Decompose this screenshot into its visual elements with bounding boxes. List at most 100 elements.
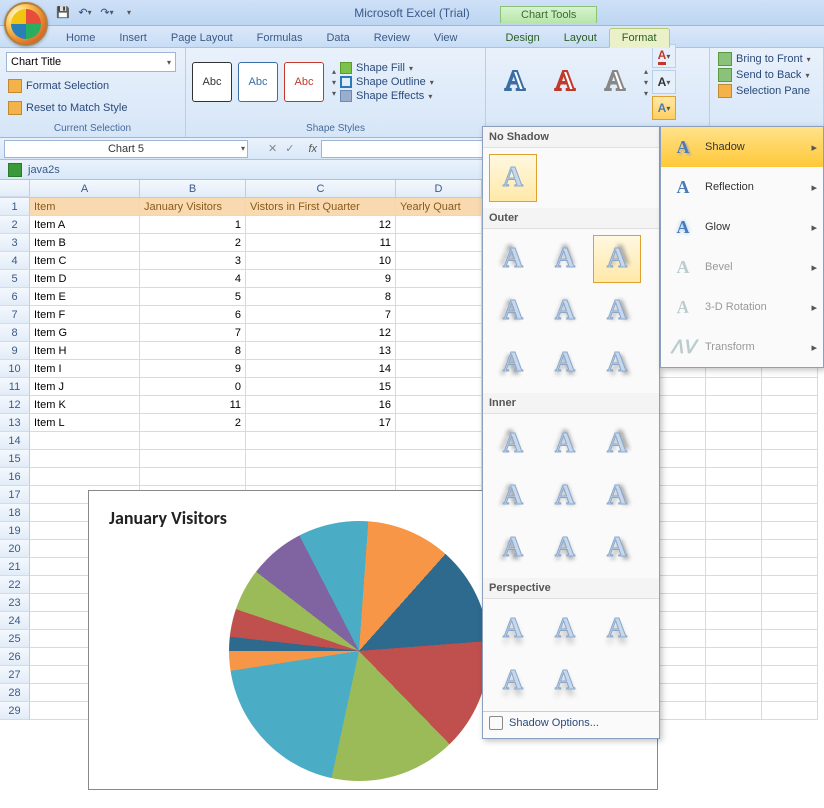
text-effect-3d-rotation[interactable]: A3-D Rotation▸ (661, 287, 823, 327)
cell[interactable] (762, 432, 818, 450)
cell[interactable]: Item E (30, 288, 140, 306)
cell[interactable]: Item J (30, 378, 140, 396)
cell[interactable]: Item F (30, 306, 140, 324)
cell[interactable]: 1 (140, 216, 246, 234)
cell[interactable]: 14 (246, 360, 396, 378)
row-header[interactable]: 4 (0, 252, 30, 270)
cell[interactable] (762, 522, 818, 540)
cell[interactable] (762, 540, 818, 558)
select-all-cell[interactable] (0, 180, 30, 197)
shadow-option[interactable]: A (541, 287, 589, 335)
cell[interactable]: 11 (140, 396, 246, 414)
row-header[interactable]: 1 (0, 198, 30, 216)
row-header[interactable]: 25 (0, 630, 30, 648)
office-button[interactable] (4, 2, 48, 46)
row-header[interactable]: 27 (0, 666, 30, 684)
shape-fill-button[interactable]: Shape Fill▾ (340, 62, 434, 74)
cell[interactable] (706, 684, 762, 702)
cell[interactable]: Item L (30, 414, 140, 432)
cell[interactable] (706, 432, 762, 450)
fx-icon[interactable]: fx (308, 143, 317, 155)
shape-effects-button[interactable]: Shape Effects▾ (340, 90, 434, 102)
undo-icon[interactable]: ↶▾ (76, 4, 94, 22)
cell[interactable] (706, 558, 762, 576)
cell[interactable] (706, 414, 762, 432)
cell[interactable]: Item C (30, 252, 140, 270)
tab-format[interactable]: Format (609, 28, 670, 48)
cell[interactable] (706, 576, 762, 594)
cell[interactable] (762, 702, 818, 720)
shape-style-swatch[interactable]: Abc (284, 62, 324, 102)
cell[interactable] (396, 468, 482, 486)
cell[interactable]: 8 (246, 288, 396, 306)
cell[interactable]: 12 (246, 216, 396, 234)
cell[interactable]: 6 (140, 306, 246, 324)
cell[interactable]: 9 (140, 360, 246, 378)
cell[interactable] (396, 252, 482, 270)
bring-to-front-button[interactable]: Bring to Front▾ (718, 52, 817, 66)
cell[interactable]: 7 (140, 324, 246, 342)
shadow-option[interactable]: A (489, 657, 537, 705)
cell[interactable]: Item B (30, 234, 140, 252)
wordart-swatch[interactable]: A (542, 59, 588, 105)
redo-icon[interactable]: ↷▾ (98, 4, 116, 22)
cell[interactable] (706, 648, 762, 666)
cell[interactable] (706, 486, 762, 504)
cell[interactable] (762, 396, 818, 414)
cell[interactable] (706, 540, 762, 558)
cell[interactable] (140, 468, 246, 486)
text-effect-reflection[interactable]: AReflection▸ (661, 167, 823, 207)
cell[interactable] (140, 432, 246, 450)
shadow-option[interactable]: A (593, 605, 641, 653)
wordart-swatch[interactable]: A (492, 59, 538, 105)
cell[interactable] (762, 666, 818, 684)
text-effect-shadow[interactable]: AShadow▸ (661, 127, 823, 167)
pie-chart-plot[interactable] (229, 521, 489, 781)
shadow-option[interactable]: A (593, 339, 641, 387)
row-header[interactable]: 18 (0, 504, 30, 522)
cell[interactable]: 10 (246, 252, 396, 270)
shadow-option[interactable]: A (489, 287, 537, 335)
cell[interactable] (246, 468, 396, 486)
shadow-option[interactable]: A (541, 657, 589, 705)
cell[interactable] (396, 432, 482, 450)
cell[interactable]: Item A (30, 216, 140, 234)
shadow-option[interactable]: A (489, 605, 537, 653)
cell[interactable] (706, 468, 762, 486)
cell[interactable] (706, 450, 762, 468)
cell[interactable]: Item I (30, 360, 140, 378)
text-effect-glow[interactable]: AGlow▸ (661, 207, 823, 247)
cell[interactable] (396, 216, 482, 234)
qat-customize-icon[interactable]: ▾ (120, 4, 138, 22)
text-outline-button[interactable]: A▾ (652, 70, 676, 94)
column-header-A[interactable]: A (30, 180, 140, 197)
cell[interactable] (706, 594, 762, 612)
wordart-swatch[interactable]: A (592, 59, 638, 105)
cell[interactable] (706, 504, 762, 522)
cell[interactable] (762, 630, 818, 648)
column-header-D[interactable]: D (396, 180, 482, 197)
row-header[interactable]: 12 (0, 396, 30, 414)
row-header[interactable]: 10 (0, 360, 30, 378)
reset-style-button[interactable]: Reset to Match Style (6, 99, 179, 117)
cell[interactable] (396, 234, 482, 252)
shadow-option[interactable]: A (489, 235, 537, 283)
gallery-up-icon[interactable]: ▴ (644, 67, 648, 76)
row-header[interactable]: 5 (0, 270, 30, 288)
shadow-option[interactable]: A (541, 524, 589, 572)
cell[interactable]: Item D (30, 270, 140, 288)
tab-view[interactable]: View (422, 29, 470, 47)
cell[interactable]: 0 (140, 378, 246, 396)
column-header-C[interactable]: C (246, 180, 396, 197)
cell[interactable] (396, 378, 482, 396)
tab-insert[interactable]: Insert (107, 29, 159, 47)
shape-style-swatch[interactable]: Abc (192, 62, 232, 102)
text-effect-transform[interactable]: ꓥꓦTransform▸ (661, 327, 823, 367)
cell[interactable] (762, 684, 818, 702)
row-header[interactable]: 15 (0, 450, 30, 468)
cell[interactable]: Yearly Quart (396, 198, 482, 216)
row-header[interactable]: 23 (0, 594, 30, 612)
row-header[interactable]: 13 (0, 414, 30, 432)
cell[interactable] (706, 666, 762, 684)
tab-home[interactable]: Home (54, 29, 107, 47)
